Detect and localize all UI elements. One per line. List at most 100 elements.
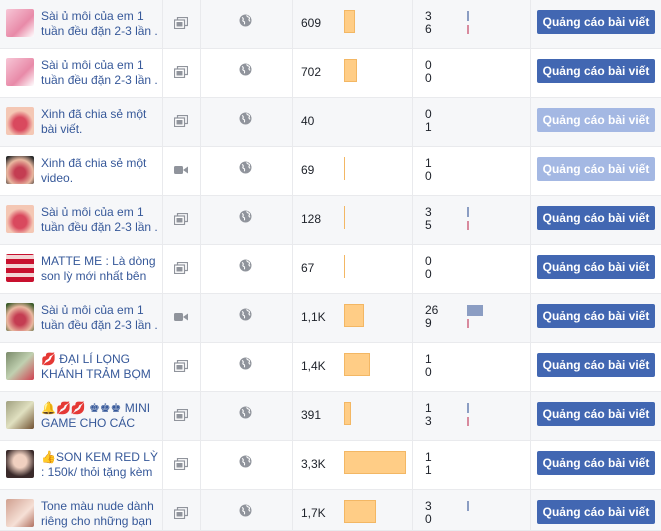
engagement-bottom-bar	[467, 319, 469, 328]
public-globe-icon	[239, 406, 252, 419]
post-title-link[interactable]: 👍SON KEM RED LỲ : 150k/ thỏi tặng kèm tú…	[41, 450, 159, 480]
column-divider	[292, 294, 293, 342]
reach-value: 1,4K	[301, 359, 326, 373]
post-title-link[interactable]: 💋 ĐẠI LÍ LỌNG KHÁNH TRẢM BỌM	[41, 352, 159, 382]
engagement-values: 11	[425, 451, 432, 477]
post-title-link[interactable]: Sài ủ môi của em 1 tuần đều đặn 2-3 lần …	[41, 9, 159, 39]
post-row: Tone màu nude dành riêng cho những bạn 1,…	[0, 490, 661, 531]
column-divider	[530, 294, 531, 342]
post-stack-icon	[173, 408, 189, 422]
reach-value: 702	[301, 65, 322, 79]
column-divider	[412, 294, 413, 342]
boost-post-button[interactable]: Quảng cáo bài viết	[537, 402, 655, 426]
reach-value: 69	[301, 163, 315, 177]
boost-post-button[interactable]: Quảng cáo bài viết	[537, 304, 655, 328]
boost-post-button[interactable]: Quảng cáo bài viết	[537, 451, 655, 475]
column-divider	[412, 441, 413, 489]
post-thumbnail[interactable]	[6, 352, 34, 380]
engagement-values: 10	[425, 353, 432, 379]
column-divider	[162, 147, 163, 195]
post-thumbnail[interactable]	[6, 499, 34, 527]
engagement-bottom-value: 1	[425, 463, 432, 477]
column-divider	[200, 441, 201, 489]
reach-bar	[344, 402, 351, 425]
column-divider	[200, 392, 201, 440]
post-row: 💋 ĐẠI LÍ LỌNG KHÁNH TRẢM BỌM 1,4K 1 0 Quảng …	[0, 343, 661, 392]
column-divider	[200, 147, 201, 195]
post-thumbnail[interactable]	[6, 205, 34, 233]
column-divider	[292, 343, 293, 391]
boost-post-button[interactable]: Quảng cáo bài viết	[537, 353, 655, 377]
reach-bar	[344, 59, 357, 82]
column-divider	[162, 343, 163, 391]
post-thumbnail[interactable]	[6, 9, 34, 37]
post-title-link[interactable]: Xinh đã chia sẻ một bài viết.	[41, 107, 159, 137]
column-divider	[200, 245, 201, 293]
boost-post-button[interactable]: Quảng cáo bài viết	[537, 255, 655, 279]
post-title-link[interactable]: Sài ủ môi của em 1 tuần đều đặn 2-3 lần …	[41, 205, 159, 235]
public-globe-icon	[239, 63, 252, 76]
column-divider	[292, 392, 293, 440]
reach-bar	[344, 500, 376, 523]
engagement-bottom-value: 0	[425, 365, 432, 379]
reach-value: 128	[301, 212, 322, 226]
engagement-values: 30	[425, 500, 432, 526]
post-title-link[interactable]: Sài ủ môi của em 1 tuần đều đặn 2-3 lần …	[41, 303, 159, 333]
column-divider	[200, 343, 201, 391]
public-globe-icon	[239, 357, 252, 370]
engagement-bottom-value: 0	[425, 71, 432, 85]
post-thumbnail[interactable]	[6, 58, 34, 86]
column-divider	[292, 147, 293, 195]
engagement-values: 00	[425, 255, 432, 281]
column-divider	[412, 343, 413, 391]
column-divider	[200, 98, 201, 146]
post-title-link[interactable]: Sài ủ môi của em 1 tuần đều đặn 2-3 lần …	[41, 58, 159, 88]
post-title-link[interactable]: MATTE ME : Là dòng son lỳ mới nhất bên T…	[41, 254, 159, 284]
engagement-bottom-value: 1	[425, 120, 432, 134]
public-globe-icon	[239, 210, 252, 223]
post-row: Sài ủ môi của em 1 tuần đều đặn 2-3 lần …	[0, 196, 661, 245]
boost-post-button[interactable]: Quảng cáo bài viết	[537, 206, 655, 230]
post-row: Xinh đã chia sẻ một video. 69 1 0 Quảng cáo …	[0, 147, 661, 196]
reach-bar	[344, 304, 364, 327]
post-title-link[interactable]: Tone màu nude dành riêng cho những bạn	[41, 499, 159, 529]
post-thumbnail[interactable]	[6, 156, 34, 184]
engagement-values: 35	[425, 206, 432, 232]
column-divider	[412, 490, 413, 530]
column-divider	[200, 49, 201, 97]
public-globe-icon	[239, 14, 252, 27]
engagement-bottom-value: 0	[425, 512, 432, 526]
column-divider	[530, 0, 531, 48]
video-camera-icon	[174, 164, 188, 176]
post-thumbnail[interactable]	[6, 303, 34, 331]
post-stack-icon	[173, 359, 189, 373]
column-divider	[412, 147, 413, 195]
engagement-top-bar	[467, 305, 483, 316]
boost-post-button[interactable]: Quảng cáo bài viết	[537, 59, 655, 83]
reach-value: 3,3K	[301, 457, 326, 471]
post-title-link[interactable]: 🔔💋💋 ♚♚♚ MINI GAME CHO CÁC	[41, 401, 159, 431]
engagement-bottom-value: 0	[425, 169, 432, 183]
column-divider	[412, 49, 413, 97]
post-thumbnail[interactable]	[6, 401, 34, 429]
post-thumbnail[interactable]	[6, 254, 34, 282]
reach-value: 40	[301, 114, 315, 128]
column-divider	[162, 245, 163, 293]
boost-post-button[interactable]: Quảng cáo bài viết	[537, 10, 655, 34]
boost-post-button[interactable]: Quảng cáo bài viết	[537, 157, 655, 181]
post-row: Sài ủ môi của em 1 tuần đều đặn 2-3 lần …	[0, 294, 661, 343]
engagement-top-bar	[467, 403, 469, 413]
column-divider	[292, 441, 293, 489]
engagement-bottom-value: 5	[425, 218, 432, 232]
post-thumbnail[interactable]	[6, 450, 34, 478]
public-globe-icon	[239, 308, 252, 321]
column-divider	[292, 49, 293, 97]
column-divider	[200, 196, 201, 244]
column-divider	[292, 245, 293, 293]
engagement-values: 01	[425, 108, 432, 134]
post-title-link[interactable]: Xinh đã chia sẻ một video.	[41, 156, 159, 186]
post-row: Xinh đã chia sẻ một bài viết. 40 0 1 Quảng c…	[0, 98, 661, 147]
post-thumbnail[interactable]	[6, 107, 34, 135]
boost-post-button[interactable]: Quảng cáo bài viết	[537, 108, 655, 132]
boost-post-button[interactable]: Quảng cáo bài viết	[537, 500, 655, 524]
